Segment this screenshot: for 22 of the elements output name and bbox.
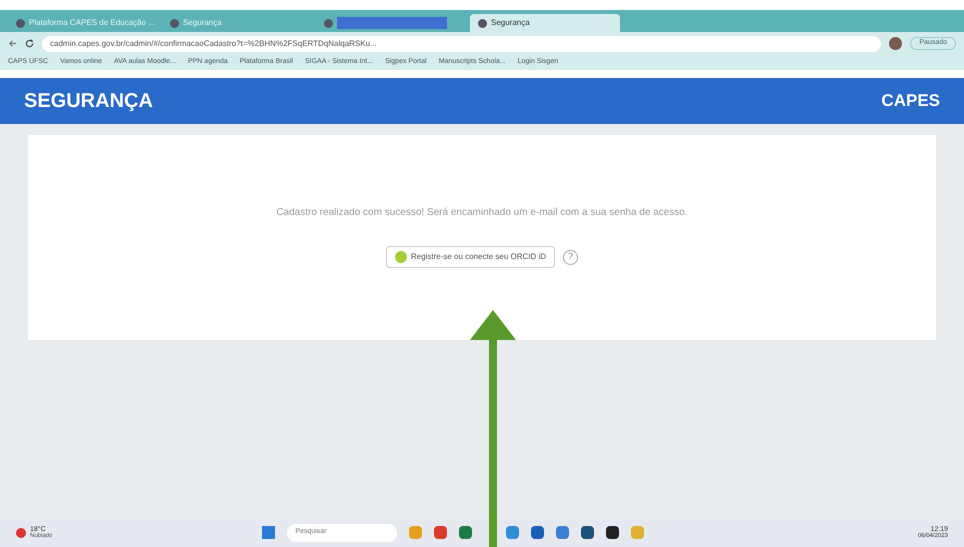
reload-icon[interactable]: [25, 39, 34, 48]
page-title: SEGURANÇA: [24, 89, 153, 114]
browser-tab[interactable]: Segurança: [470, 14, 620, 32]
address-bar[interactable]: cadmin.capes.gov.br/cadmin/#/confirmacaoCadastro?t=%2BHN%2FSqERTDqNalqaRSKu...: [42, 36, 882, 52]
tab-title: Segurança: [491, 17, 530, 29]
tab-icon: [324, 18, 333, 28]
tab-title: Segurança: [183, 17, 222, 29]
capes-logo: CAPES: [881, 90, 940, 112]
help-button[interactable]: ?: [563, 250, 578, 264]
tab-icon: [16, 18, 25, 28]
app-icon[interactable]: [606, 526, 620, 539]
app-icon[interactable]: [581, 526, 594, 539]
back-icon[interactable]: [8, 39, 17, 48]
tab-icon: [170, 18, 179, 28]
weather-icon: [16, 528, 26, 538]
orcid-icon: [394, 251, 407, 263]
tab-title: Plataforma CAPES de Educação ...: [29, 17, 155, 29]
tab-icon: [478, 18, 487, 28]
orcid-button[interactable]: Registre-se ou conecte seu ORCID iD: [386, 246, 556, 268]
profile-avatar: [889, 37, 902, 50]
success-message: Cadastro realizado com sucesso! Será encaminhado um e-mail com a sua senha de acesso.: [276, 206, 688, 220]
start-icon[interactable]: [262, 526, 276, 539]
